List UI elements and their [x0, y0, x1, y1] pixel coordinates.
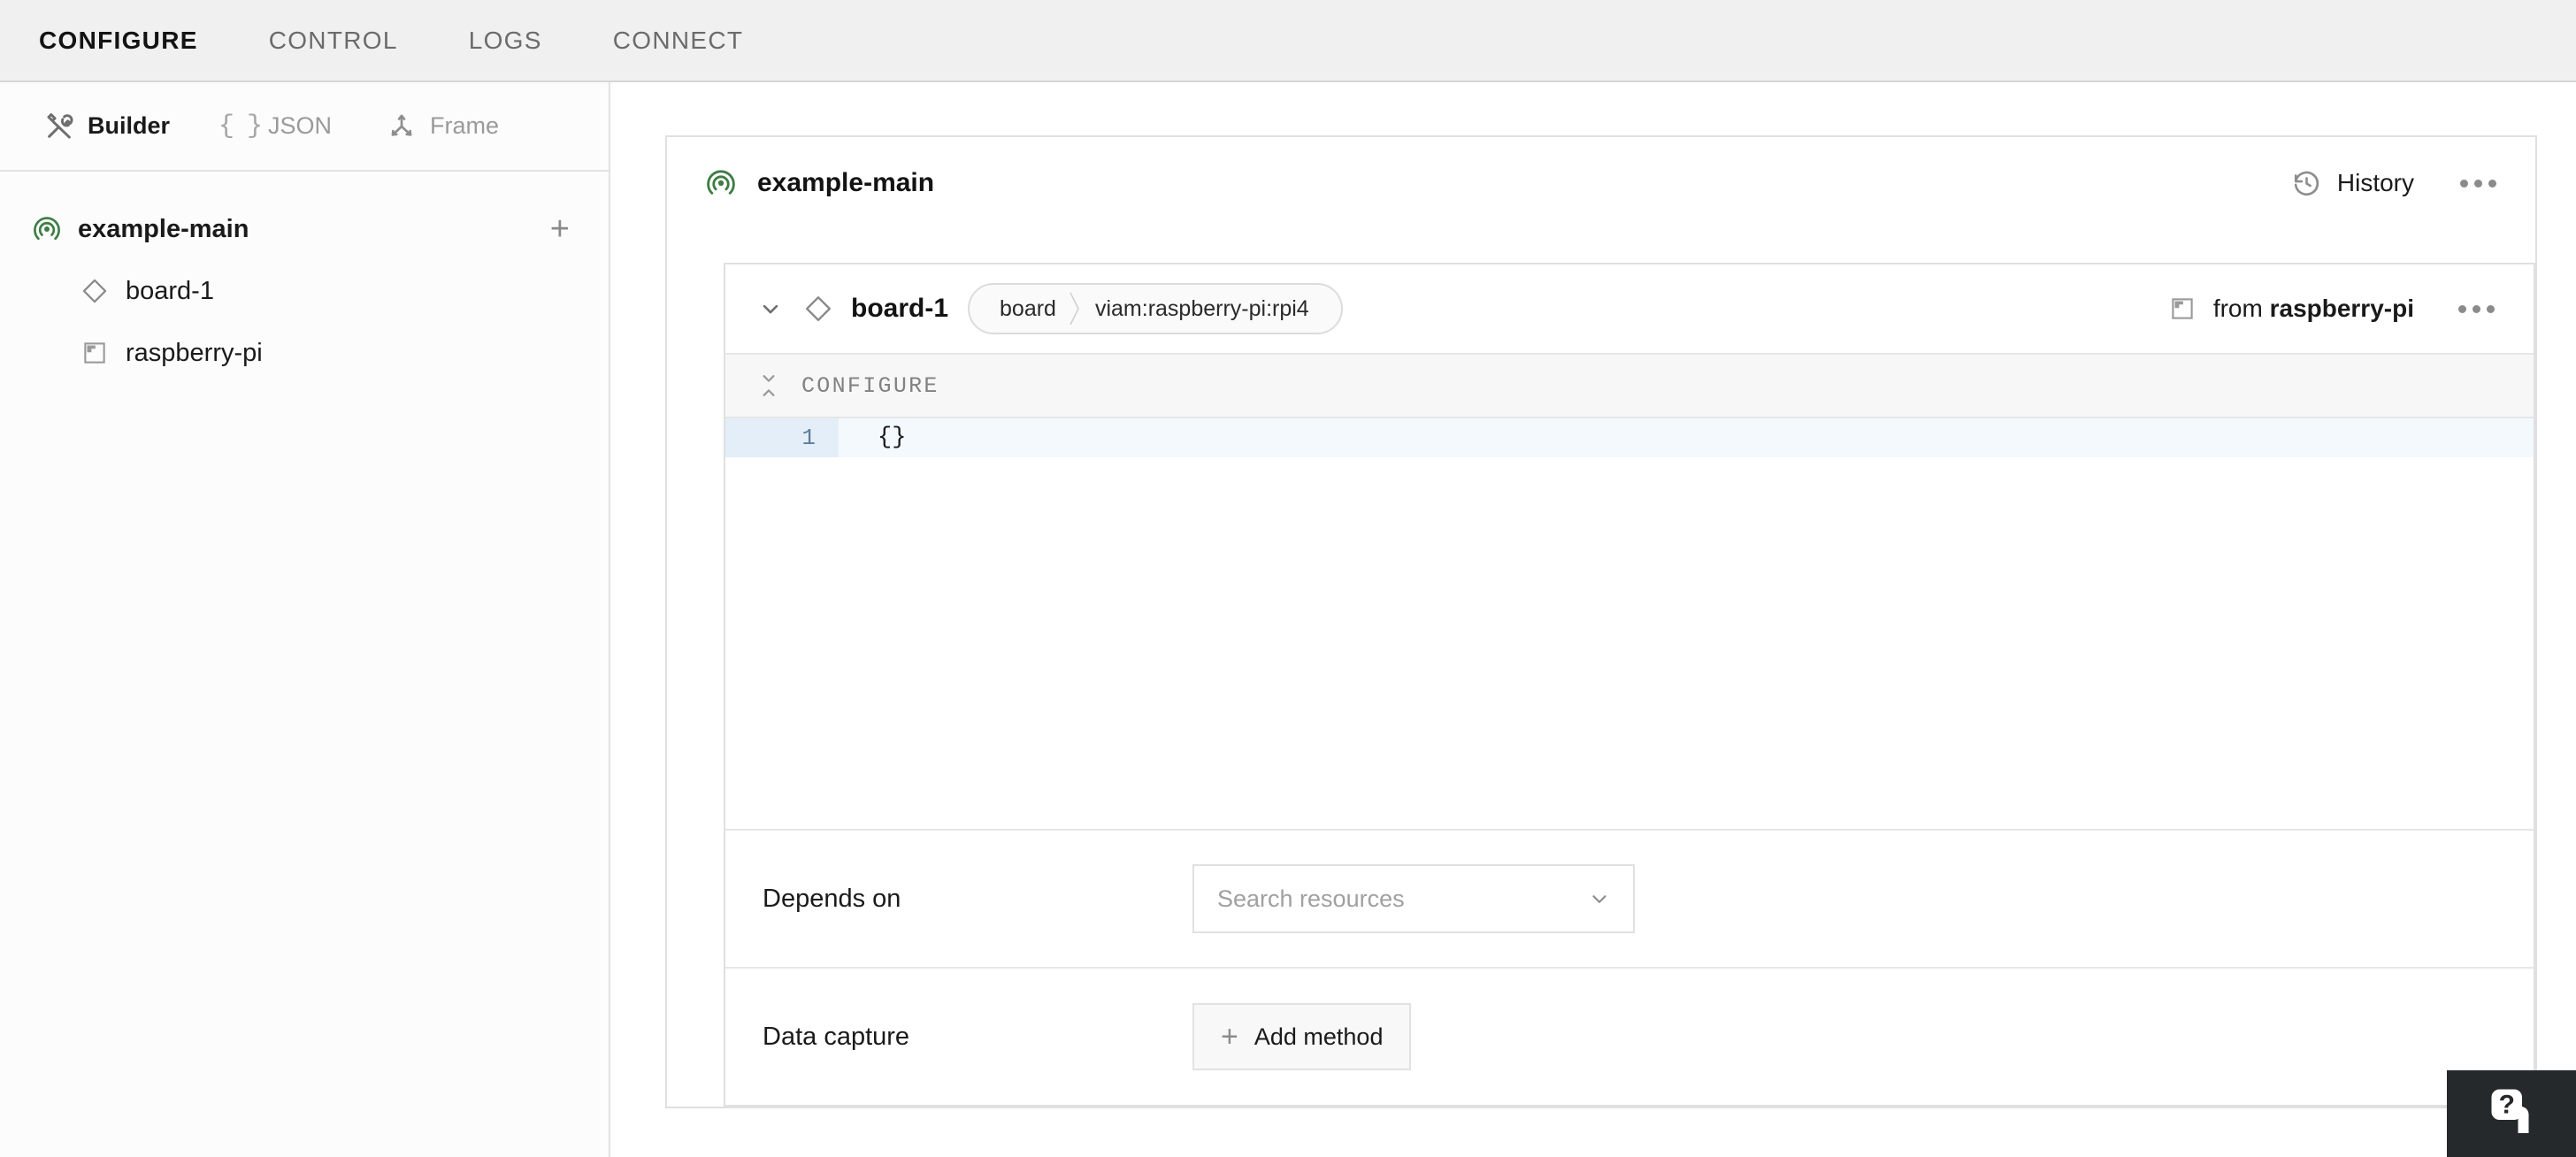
history-button-label: History [2336, 169, 2414, 196]
tree-item-example-main-label: example-main [78, 214, 249, 243]
machine-panel-header: example-main History [667, 137, 2535, 229]
history-button[interactable]: History [2292, 168, 2414, 198]
resource-name: board-1 [851, 294, 949, 323]
json-config-editor[interactable]: 1 {} [725, 418, 2534, 829]
tools-icon [44, 111, 74, 142]
dot [2488, 179, 2496, 188]
tab-control[interactable]: CONTROL [269, 27, 435, 55]
depends-on-row: Depends on Search resources [725, 829, 2534, 967]
help-support-button[interactable]: ? [2447, 1070, 2576, 1157]
page-title: example-main [757, 168, 935, 197]
data-capture-row: Data capture + Add method [725, 967, 2534, 1105]
add-resource-button[interactable]: + [543, 209, 577, 249]
braces-icon: { } [218, 111, 263, 142]
configure-section-header[interactable]: CONFIGURE [725, 353, 2534, 418]
module-icon [2167, 294, 2197, 324]
sidebar-view-frame[interactable]: Frame [387, 111, 499, 142]
data-capture-label: Data capture [763, 1022, 910, 1051]
clock-rewind-icon [2292, 168, 2322, 198]
add-method-button[interactable]: + Add method [1192, 1003, 1412, 1070]
dot [2474, 179, 2482, 188]
tree-item-raspberry-pi[interactable]: raspberry-pi [0, 322, 609, 384]
resource-model-label: viam:raspberry-pi:rpi4 [1094, 295, 1309, 321]
depends-on-label: Depends on [763, 884, 901, 913]
source-module-name: raspberry-pi [2269, 295, 2414, 322]
configure-section-label: CONFIGURE [801, 372, 939, 399]
depends-on-placeholder: Search resources [1217, 885, 1405, 912]
sidebar-view-builder-label: Builder [88, 112, 171, 139]
diamond-icon [801, 292, 835, 326]
tree-item-example-main[interactable]: example-main + [0, 198, 609, 260]
dot [2458, 304, 2466, 313]
frame-axes-icon [387, 111, 417, 142]
resource-more-menu-button[interactable] [2453, 296, 2500, 322]
source-module-prefix: from [2212, 295, 2263, 322]
svg-text:?: ? [2499, 1090, 2515, 1119]
tab-logs[interactable]: LOGS [469, 27, 579, 55]
depends-on-select[interactable]: Search resources [1192, 864, 1635, 933]
collapse-icon[interactable] [755, 372, 782, 399]
diamond-icon [78, 274, 111, 308]
sidebar-view-json-label: JSON [268, 112, 333, 139]
sidebar-view-json[interactable]: { } JSON [218, 111, 333, 142]
editor-line[interactable]: 1 {} [725, 418, 2534, 457]
left-sidebar: Builder { } JSON Frame example-main + bo… [0, 82, 610, 1157]
source-module-chip[interactable]: from raspberry-pi [2167, 294, 2414, 324]
tree-item-raspberry-pi-label: raspberry-pi [126, 338, 263, 367]
resource-card-wrapper: board-1 board viam:raspberry-pi:rpi4 fro… [667, 229, 2535, 1107]
dot [2487, 304, 2495, 313]
chevron-down-icon[interactable] [755, 294, 786, 324]
plus-icon: + [1221, 1020, 1238, 1054]
tab-configure[interactable]: CONFIGURE [39, 27, 235, 55]
resource-type-model-badge: board viam:raspberry-pi:rpi4 [968, 283, 1343, 334]
resource-type-label: board [1000, 295, 1056, 321]
module-icon [78, 336, 111, 370]
dot [2460, 179, 2468, 188]
main-content: example-main History board-1 board viam:… [610, 82, 2576, 1157]
tab-connect[interactable]: CONNECT [613, 27, 781, 55]
resource-card-header: board-1 board viam:raspberry-pi:rpi4 fro… [725, 264, 2534, 353]
source-module-text: from raspberry-pi [2213, 295, 2414, 323]
machine-panel: example-main History board-1 board viam:… [665, 135, 2537, 1108]
help-question-card-icon: ? [2480, 1080, 2543, 1148]
add-method-label: Add method [1254, 1023, 1384, 1050]
tree-item-board-1-label: board-1 [126, 276, 214, 305]
chevron-down-icon [1587, 886, 1612, 911]
editor-line-text[interactable]: {} [839, 418, 2534, 457]
tree-item-board-1[interactable]: board-1 [0, 260, 609, 322]
editor-line-number: 1 [725, 418, 839, 457]
machine-signal-icon [30, 212, 64, 246]
sidebar-view-frame-label: Frame [430, 112, 500, 139]
panel-more-menu-button[interactable] [2455, 171, 2502, 196]
dot [2472, 304, 2480, 313]
machine-signal-icon [704, 166, 738, 200]
sidebar-view-toolbar: Builder { } JSON Frame [0, 82, 609, 172]
main-layout: Builder { } JSON Frame example-main + bo… [0, 82, 2576, 1157]
resource-card-board-1: board-1 board viam:raspberry-pi:rpi4 fro… [724, 263, 2535, 1107]
chevron-right-icon [1063, 285, 1086, 333]
top-navigation-bar: CONFIGURE CONTROL LOGS CONNECT [0, 0, 2576, 82]
resource-tree: example-main + board-1 raspberry-pi [0, 172, 609, 384]
sidebar-view-builder[interactable]: Builder [44, 111, 170, 142]
